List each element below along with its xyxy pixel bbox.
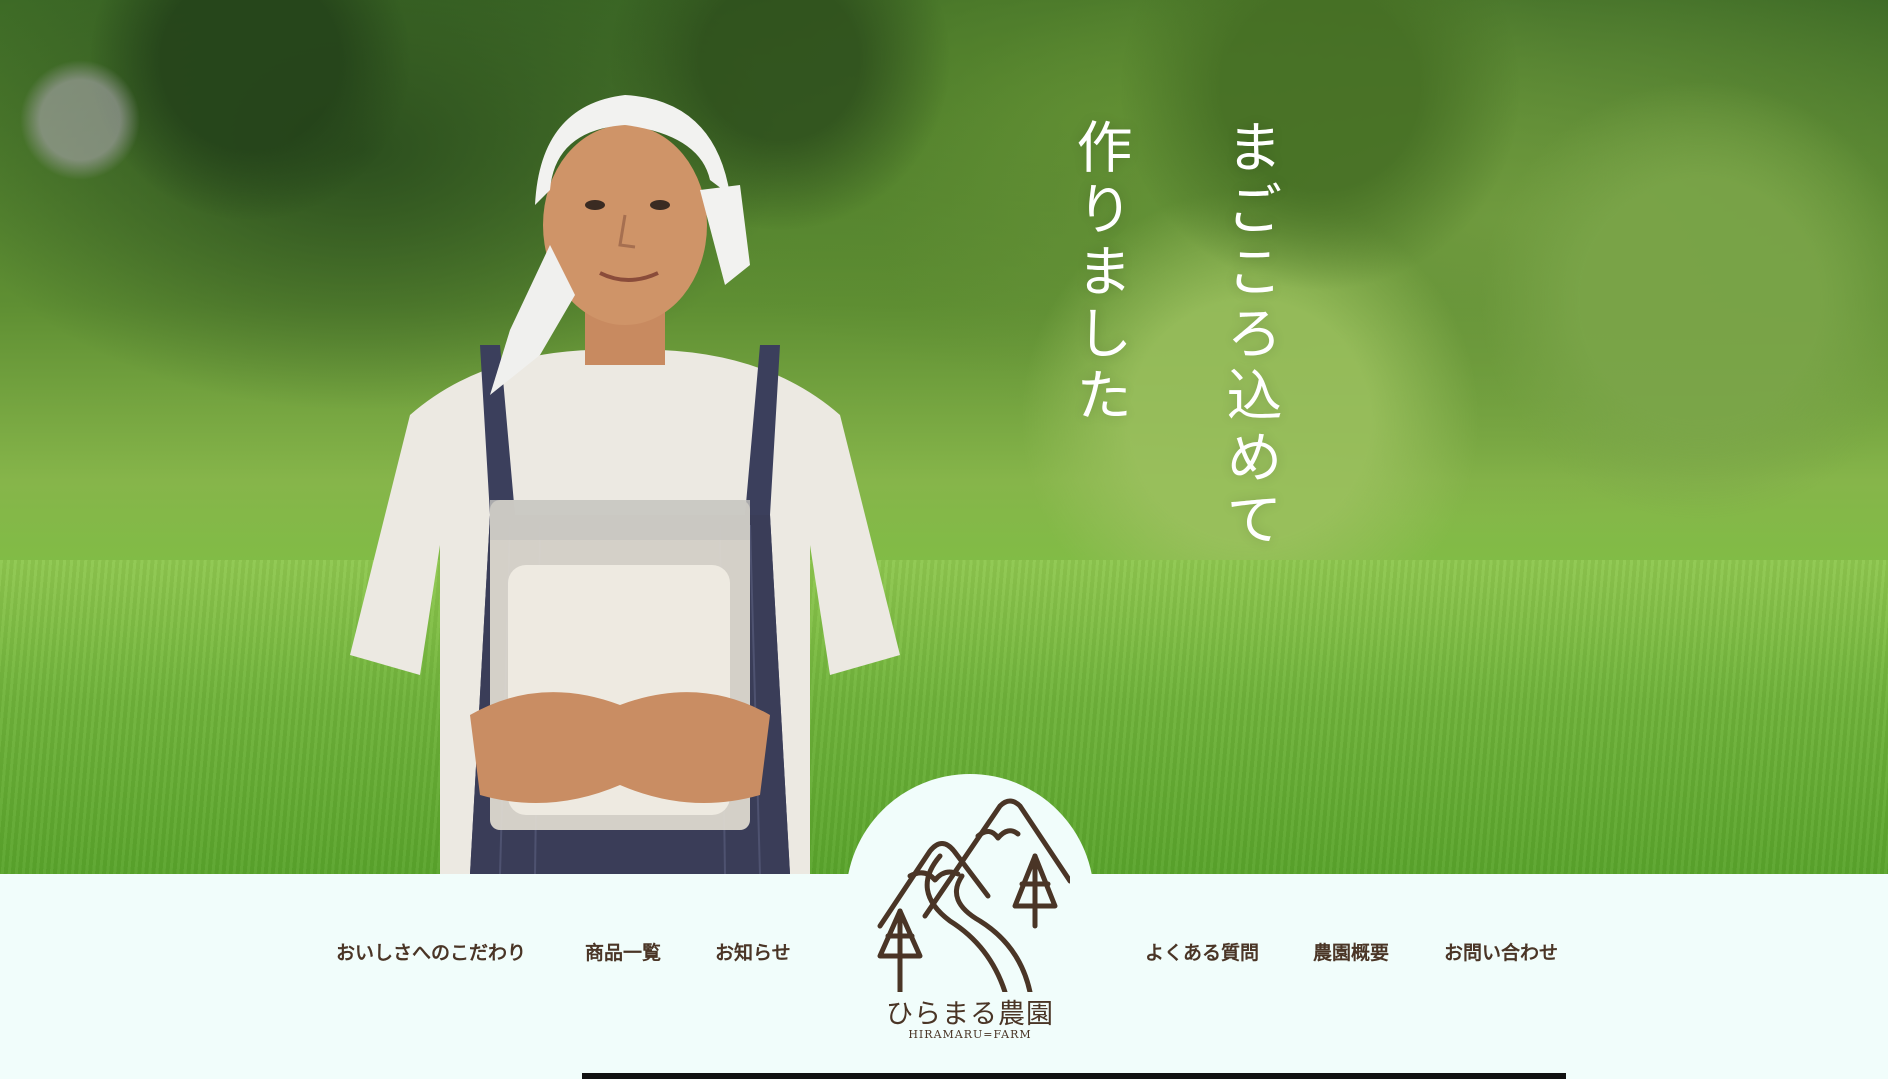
nav-item-news[interactable]: お知らせ — [715, 938, 791, 965]
farm-logo-subtitle: HIRAMARU=FARM — [908, 1028, 1032, 1041]
catch-copy-line-2: 作りました — [1067, 118, 1132, 428]
farmer-photo — [350, 95, 900, 874]
catch-copy-line-1: まごころ込めて — [1217, 118, 1282, 552]
nav-item-products[interactable]: 商品一覧 — [585, 938, 661, 965]
nav-item-contact[interactable]: お問い合わせ — [1444, 938, 1558, 965]
bottom-divider — [582, 1073, 1566, 1079]
nav-item-faq[interactable]: よくある質問 — [1145, 938, 1259, 965]
nav-item-about[interactable]: 農園概要 — [1313, 938, 1389, 965]
nav-item-kodawari[interactable]: おいしさへのこだわり — [336, 938, 526, 965]
mountain-logo-icon[interactable] — [870, 796, 1070, 992]
forest-background — [0, 0, 1888, 560]
hero-image: まごころ込めて 作りました — [0, 0, 1888, 874]
farm-logo-name[interactable]: ひらまる農園 — [870, 992, 1070, 1031]
